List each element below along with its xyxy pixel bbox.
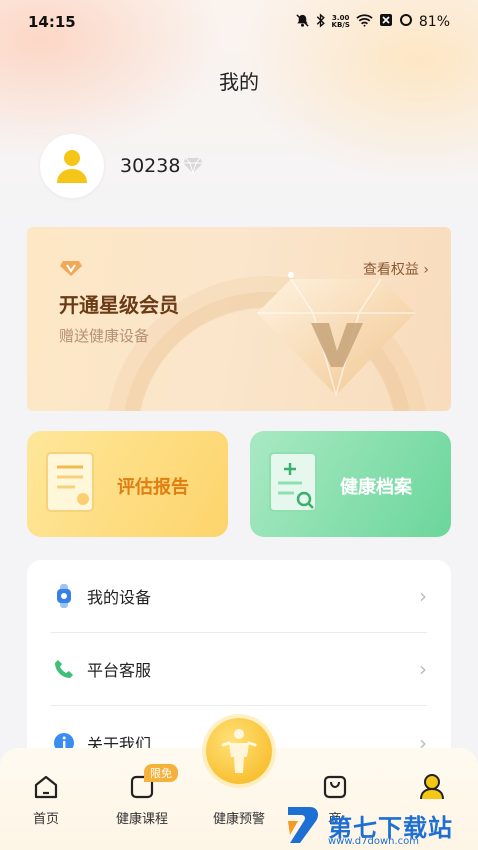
profile-icon <box>392 772 472 802</box>
diamond-level-icon <box>182 156 204 178</box>
chevron-right-icon: › <box>423 262 429 278</box>
home-icon <box>6 772 86 802</box>
chevron-right-icon: › <box>419 657 427 681</box>
vip-badge-icon <box>59 259 83 281</box>
tab-label: 健康课程 <box>115 812 168 827</box>
assessment-report-card[interactable]: 评估报告 <box>27 431 228 537</box>
health-warning-center-button[interactable] <box>206 718 272 784</box>
avatar[interactable] <box>40 134 104 198</box>
menu-item-customer-service[interactable]: 平台客服 › <box>51 633 427 706</box>
phone-icon <box>51 656 77 682</box>
health-record-card[interactable]: 健康档案 <box>250 431 451 537</box>
body-icon <box>221 729 257 773</box>
network-speed: 3.00 KB/S <box>331 14 350 29</box>
chevron-right-icon: › <box>419 584 427 608</box>
menu-item-label: 平台客服 <box>87 661 152 680</box>
site-watermark: 第七下载站 www.d7down.com <box>284 800 478 850</box>
tab-home[interactable]: 首页 <box>6 772 86 827</box>
watch-icon <box>51 583 77 609</box>
user-id: 30238 <box>120 155 181 177</box>
health-record-label: 健康档案 <box>340 477 412 498</box>
sim-icon <box>379 13 393 31</box>
report-document-icon <box>43 449 103 523</box>
tab-label: 健康预警 <box>212 812 265 827</box>
watermark-logo-icon <box>288 807 318 843</box>
profile-section[interactable]: 30238 <box>40 134 204 198</box>
vip-membership-card[interactable]: 开通星级会员 赠送健康设备 查看权益 › <box>27 227 451 411</box>
status-time: 14:15 <box>28 13 76 31</box>
vip-title: 开通星级会员 <box>59 293 179 317</box>
wifi-icon <box>356 13 373 31</box>
mute-bell-icon <box>295 13 310 32</box>
menu-item-my-devices[interactable]: 我的设备 › <box>51 560 427 633</box>
bluetooth-icon <box>316 12 326 32</box>
menu-item-label: 我的设备 <box>87 588 152 607</box>
battery-level: 81% <box>418 14 450 30</box>
free-badge: 限免 <box>144 764 178 782</box>
assessment-report-label: 评估报告 <box>117 477 189 498</box>
user-avatar-icon <box>57 150 87 183</box>
status-bar: 14:15 3.00 KB/S 81% <box>0 0 478 44</box>
vip-diamond-icon <box>251 251 421 405</box>
battery-ring-icon <box>399 13 413 31</box>
tab-label: 首页 <box>32 812 59 827</box>
page-title: 我的 <box>219 70 259 94</box>
health-record-icon <box>266 449 326 523</box>
shop-icon <box>295 772 375 802</box>
vip-subtitle: 赠送健康设备 <box>59 327 150 345</box>
